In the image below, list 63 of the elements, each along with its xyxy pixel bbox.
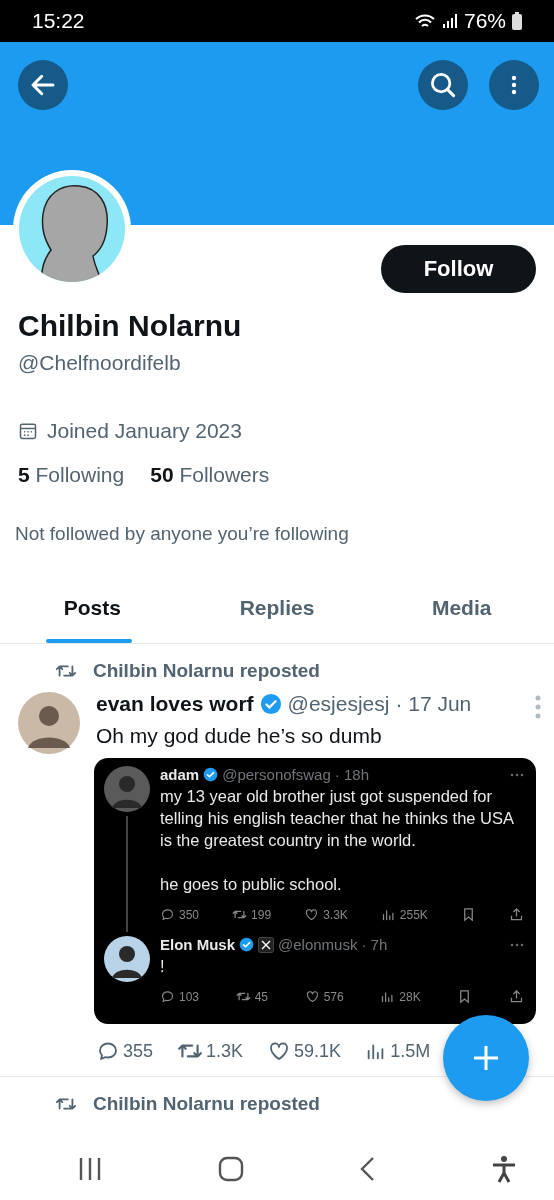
search-icon [428, 70, 458, 100]
user-avatar [104, 766, 150, 812]
view-count: 28K [399, 989, 421, 1004]
author-name: Elon Musk [160, 936, 235, 953]
more-icon [510, 772, 524, 777]
like-count: 576 [323, 989, 344, 1004]
post-text: my 13 year old brother just got suspended for telling his english teacher that he thinks the USA is the greatest country in the world. he goes to public school. [160, 786, 515, 895]
calendar-icon [18, 421, 38, 441]
search-button[interactable] [418, 60, 468, 110]
home-icon[interactable] [217, 1156, 244, 1182]
post-time: · 7h [361, 936, 388, 953]
follow-button[interactable]: Follow [381, 245, 536, 293]
heart-icon [304, 907, 320, 922]
reply-count: 103 [179, 989, 200, 1004]
profile-name: Chilbin Nolarnu [18, 309, 242, 343]
battery-icon [512, 12, 522, 30]
views-icon [380, 989, 396, 1004]
back-button[interactable] [18, 60, 68, 110]
more-icon [510, 942, 524, 947]
profile-tab[interactable]: Posts [0, 573, 185, 643]
author-name: adam [160, 766, 200, 783]
post-text: ! [160, 956, 166, 977]
joined-date: Joined January 2023 [47, 419, 242, 443]
repost-count: 1.3K [206, 1040, 244, 1062]
battery-percent: 76% [463, 9, 506, 33]
repost-count: 45 [254, 989, 269, 1004]
more-button[interactable] [489, 60, 539, 110]
post-date: · 17 Jun [395, 692, 472, 716]
followers-link[interactable]: 50 Followers [150, 463, 270, 487]
reply-count: 350 [179, 907, 200, 922]
view-count: 255K [399, 907, 428, 922]
share-icon [509, 989, 524, 1004]
user-avatar [104, 936, 150, 982]
author-name: evan loves worf [96, 692, 254, 716]
author-handle: @esjesjesj [287, 692, 390, 716]
profile-tab[interactable]: Media [369, 573, 554, 643]
accessibility-icon[interactable] [490, 1155, 517, 1183]
profile-handle: @Chelfnoordifelb [18, 351, 181, 375]
author-handle: @elonmusk [278, 936, 358, 953]
more-icon [511, 73, 517, 97]
like-count: 3.3K [323, 907, 348, 922]
repost-count: 199 [251, 907, 272, 922]
back-icon[interactable] [358, 1156, 377, 1182]
reply-count: 355 [123, 1040, 154, 1062]
user-avatar [18, 692, 80, 754]
repost-label: Chilbin Nolarnu reposted [93, 1093, 320, 1115]
status-time: 15:22 [32, 9, 85, 33]
profile-tab[interactable]: Replies [184, 573, 370, 643]
author-handle: @personofswag [222, 766, 331, 783]
share-icon [508, 907, 524, 922]
views-icon [380, 907, 396, 922]
view-count: 1.5M [390, 1040, 431, 1062]
repost-label: Chilbin Nolarnu reposted [93, 660, 320, 682]
reply-icon [160, 907, 175, 922]
reply-icon [160, 989, 175, 1004]
compose-button[interactable] [443, 1015, 529, 1101]
follow-context-text: Not followed by anyone you’re following [15, 523, 350, 545]
following-link[interactable]: 5 Following [18, 463, 125, 487]
post-time: · 18h [334, 766, 369, 783]
heart-icon [304, 989, 320, 1004]
like-count: 59.1K [294, 1040, 342, 1062]
signal-icon [441, 13, 458, 29]
post-text: Oh my god dude he’s so dumb [96, 724, 383, 748]
